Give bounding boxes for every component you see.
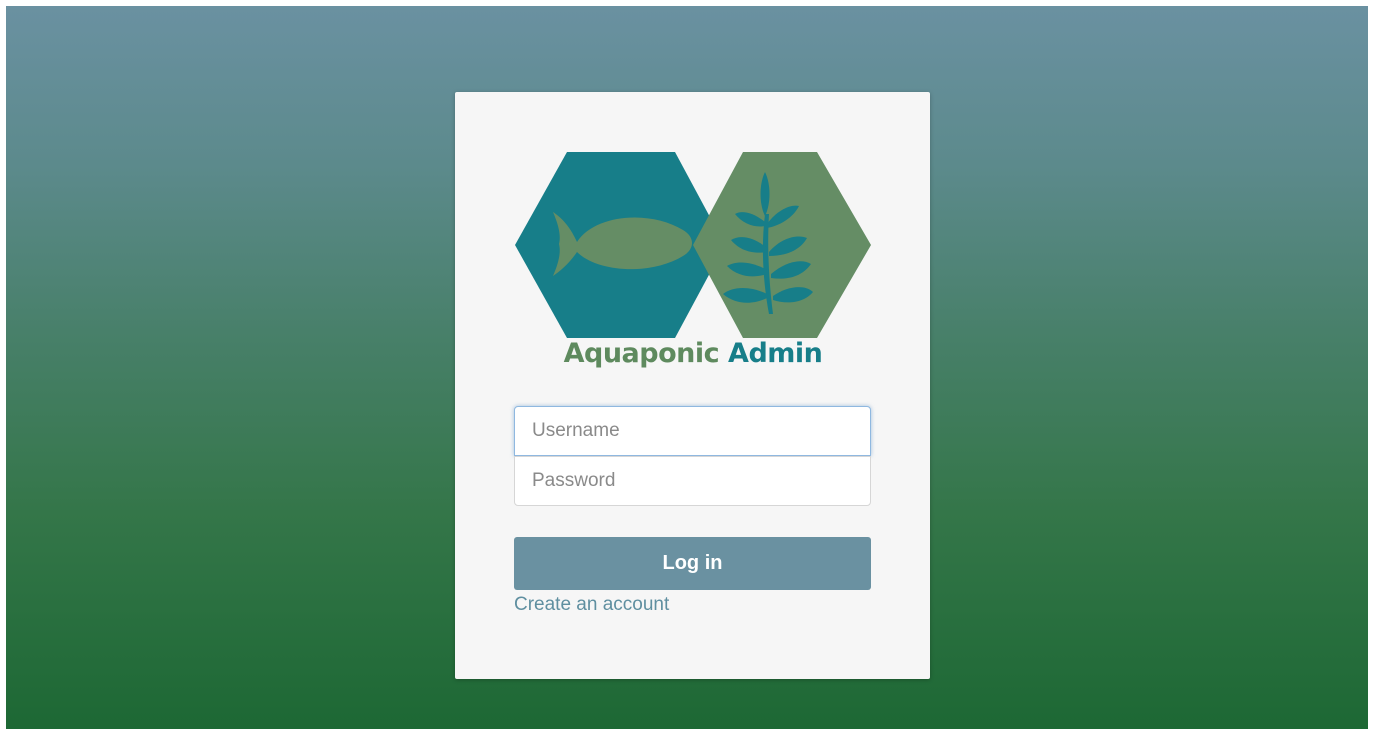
app-title-part2: Admin [728,338,823,369]
app-logo: Aquaponic Admin [515,152,871,372]
login-button[interactable]: Log in [514,537,871,590]
page-background: Aquaponic Admin Log in Create an account [6,6,1368,729]
logo-graphic [515,152,871,338]
username-input[interactable] [514,406,871,456]
app-title-part1: Aquaponic [563,338,720,369]
app-title: Aquaponic Admin [515,338,871,369]
create-account-link[interactable]: Create an account [514,594,669,616]
password-input[interactable] [514,456,871,506]
plant-hexagon [693,152,871,338]
login-card: Aquaponic Admin Log in Create an account [455,92,930,679]
